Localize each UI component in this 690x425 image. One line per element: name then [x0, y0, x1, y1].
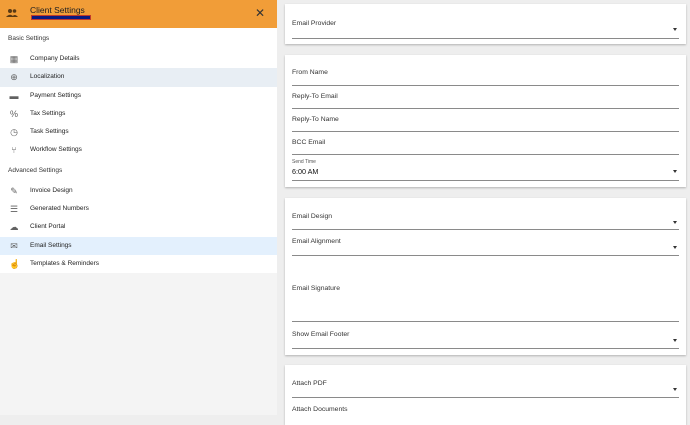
sidebar-item-generated-numbers[interactable]: ☰ Generated Numbers [0, 200, 277, 218]
bcc-email-label: BCC Email [292, 139, 326, 146]
sidebar-item-label: Email Settings [30, 241, 72, 249]
reply-to-email-label: Reply-To Email [292, 93, 338, 100]
email-design-select[interactable]: Email Design [292, 202, 679, 230]
reply-to-email-field[interactable]: Reply-To Email [292, 85, 679, 109]
sidebar-header: Client Settings ✕ [0, 0, 277, 28]
email-icon: ✉ [10, 240, 18, 251]
people-icon [6, 9, 18, 17]
reply-to-name-field[interactable]: Reply-To Name [292, 108, 679, 132]
cloud-icon: ☁ [9, 222, 19, 233]
sidebar-item-label: Generated Numbers [30, 205, 89, 213]
sidebar-item-label: Invoice Design [30, 186, 73, 194]
sidebar-item-label: Tax Settings [30, 109, 66, 117]
sidebar-item-label: Localization [30, 73, 65, 81]
basic-settings-heading: Basic Settings [8, 35, 50, 42]
email-alignment-select[interactable]: Email Alignment [292, 229, 679, 256]
email-design-label: Email Design [292, 213, 333, 220]
show-email-footer-select[interactable]: Show Email Footer [292, 321, 679, 349]
company-icon: ▦ [9, 54, 19, 64]
credit-card-icon: ▬ [9, 90, 19, 101]
email-design-card: Email Design Email Alignment Email Signa… [285, 198, 686, 355]
sender-card: From Name Reply-To Email Reply-To Name B… [285, 55, 686, 187]
chevron-down-icon [673, 170, 677, 173]
sidebar-item-invoice-design[interactable]: ✎ Invoice Design [0, 182, 277, 200]
send-time-label: Send Time [292, 159, 316, 165]
bcc-email-field[interactable]: BCC Email [292, 131, 679, 155]
email-provider-card: Email Provider [285, 4, 686, 44]
brush-icon: ✎ [10, 185, 18, 196]
sidebar-item-label: Templates & Reminders [30, 259, 99, 267]
sidebar-item-tax-settings[interactable]: % Tax Settings [0, 105, 277, 123]
advanced-settings-heading: Advanced Settings [8, 166, 63, 174]
attach-documents-label: Attach Documents [292, 406, 348, 413]
list-icon: ☰ [9, 204, 19, 215]
reply-to-name-label: Reply-To Name [292, 116, 339, 123]
sidebar-item-company-details[interactable]: ▦ Company Details [0, 50, 277, 68]
attach-pdf-label: Attach PDF [292, 380, 327, 387]
sidebar-item-label: Task Settings [30, 128, 69, 136]
sidebar-item-localization[interactable]: ⊕ Localization [0, 68, 277, 87]
globe-icon: ⊕ [10, 72, 18, 83]
email-signature-field[interactable]: Email Signature [292, 255, 679, 322]
email-provider-select[interactable]: Email Provider [292, 10, 679, 39]
email-signature-label: Email Signature [292, 285, 340, 292]
settings-sidebar: Client Settings ✕ Basic Settings ▦ Compa… [0, 0, 277, 415]
chevron-down-icon [673, 388, 677, 391]
sidebar-item-email-settings[interactable]: ✉ Email Settings [0, 236, 277, 255]
sidebar-menu: Basic Settings ▦ Company Details ⊕ Local… [0, 28, 277, 274]
sidebar-item-label: Workflow Settings [30, 146, 82, 154]
send-time-value: 6:00 AM [292, 167, 319, 176]
percent-icon: % [9, 108, 18, 119]
sidebar-item-workflow-settings[interactable]: ⑂ Workflow Settings [0, 141, 277, 159]
attach-documents-select[interactable]: Attach Documents [292, 397, 679, 421]
clock-icon: ◷ [10, 127, 18, 138]
chevron-down-icon [673, 28, 677, 31]
from-name-label: From Name [292, 69, 328, 76]
chevron-down-icon [673, 221, 677, 224]
send-time-select[interactable]: Send Time 6:00 AM [292, 154, 679, 181]
sidebar-item-label: Company Details [30, 55, 80, 62]
sidebar-item-templates-reminders[interactable]: ☝ Templates & Reminders [0, 255, 277, 273]
attachments-card: Attach PDF Attach Documents [285, 365, 686, 425]
sidebar-item-label: Payment Settings [30, 91, 81, 99]
email-alignment-label: Email Alignment [292, 238, 341, 245]
chevron-down-icon [673, 339, 677, 342]
sidebar-item-client-portal[interactable]: ☁ Client Portal [0, 218, 277, 236]
attach-pdf-select[interactable]: Attach PDF [292, 371, 679, 398]
sidebar-item-task-settings[interactable]: ◷ Task Settings [0, 123, 277, 141]
email-provider-label: Email Provider [292, 20, 337, 27]
sidebar-item-label: Client Portal [30, 223, 66, 231]
show-email-footer-label: Show Email Footer [292, 331, 350, 338]
close-icon[interactable]: ✕ [255, 7, 265, 19]
workflow-icon: ⑂ [11, 145, 17, 156]
sidebar-item-payment-settings[interactable]: ▬ Payment Settings [0, 87, 277, 105]
chevron-down-icon [673, 246, 677, 249]
from-name-field[interactable]: From Name [292, 59, 679, 86]
redacted-client-name [31, 15, 91, 20]
hand-pointer-icon: ☝ [9, 258, 21, 269]
sidebar-title: Client Settings [30, 5, 85, 15]
